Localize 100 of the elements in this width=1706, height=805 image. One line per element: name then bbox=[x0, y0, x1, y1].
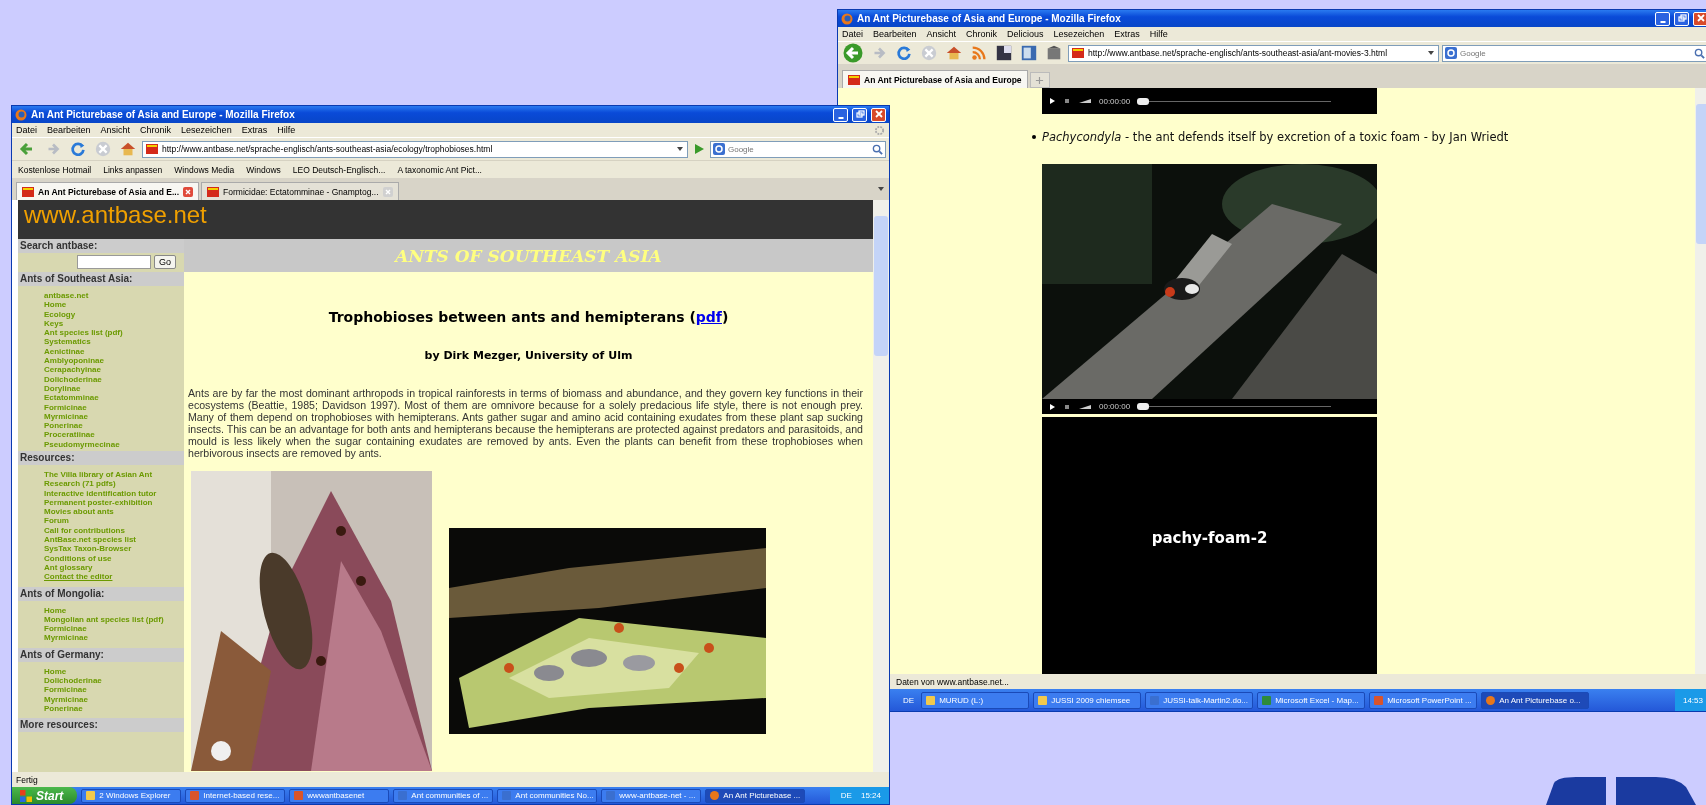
bookmark[interactable]: A taxonomic Ant Pict... bbox=[397, 164, 482, 175]
sidebar-link[interactable]: Conditions of use bbox=[44, 553, 182, 563]
menu-item[interactable]: Ansicht bbox=[100, 125, 131, 135]
menu-item[interactable]: Hilfe bbox=[1149, 29, 1168, 39]
search-field[interactable] bbox=[77, 255, 151, 269]
taskbar-button[interactable]: www-antbase-net - ... bbox=[601, 788, 702, 803]
sidebar-link[interactable]: Home bbox=[44, 605, 182, 615]
restore-button[interactable] bbox=[852, 107, 867, 122]
sidebar-link[interactable]: Systematics bbox=[44, 337, 182, 347]
search-input[interactable]: Google bbox=[1460, 48, 1691, 58]
start-button[interactable]: Start bbox=[12, 787, 78, 804]
menu-item[interactable]: Hilfe bbox=[277, 125, 296, 135]
sidebar-link[interactable]: Amblyoponinae bbox=[44, 356, 182, 366]
taskbar-button[interactable]: MURUD (L:) bbox=[921, 691, 1030, 709]
sidebar-link[interactable]: Interactive identification tutor bbox=[44, 488, 182, 498]
sidebar-link[interactable]: The Villa library of Asian Ant Research (71 pdfs) bbox=[44, 470, 182, 489]
bookmark[interactable]: LEO Deutsch-Englisch... bbox=[292, 164, 386, 175]
menu-item[interactable]: Lesezeichen bbox=[1053, 29, 1105, 39]
address-field[interactable]: http://www.antbase.net/sprache-englisch/ants-southeast-asia/ecology/trophobioses.html bbox=[142, 140, 688, 158]
tab[interactable]: An Ant Picturebase of Asia and E... bbox=[16, 182, 200, 200]
menu-item[interactable]: Datei bbox=[16, 125, 37, 135]
minimize-button[interactable] bbox=[833, 107, 848, 122]
taskbar-button[interactable]: 2 Windows Explorer bbox=[81, 788, 182, 803]
sidebar-link[interactable]: Ant species list (pdf) bbox=[44, 328, 182, 338]
sidebar-link[interactable]: Ectatomminae bbox=[44, 393, 182, 403]
sidebar-link[interactable]: Formicinae bbox=[44, 624, 182, 634]
stop-icon[interactable] bbox=[1063, 97, 1071, 105]
sidebar-link[interactable]: Cerapachyinae bbox=[44, 365, 182, 375]
sidebar-link[interactable]: Contact the editor bbox=[44, 572, 182, 582]
menu-item[interactable]: Datei bbox=[842, 29, 863, 39]
sidebar-link[interactable]: Keys bbox=[44, 318, 182, 329]
tab-list-icon[interactable] bbox=[877, 185, 885, 193]
taskbar-button[interactable]: JUSSI-talk-Martin2.do... bbox=[1145, 691, 1254, 709]
taskbar-button[interactable]: Ant communities of ... bbox=[393, 788, 494, 803]
menu-item[interactable]: Bearbeiten bbox=[873, 29, 917, 39]
volume-icon[interactable] bbox=[1078, 98, 1092, 104]
minimize-button[interactable] bbox=[1655, 11, 1670, 26]
player-controls[interactable]: 00:00:00 bbox=[1042, 399, 1377, 414]
sidebar-link[interactable]: Forum bbox=[44, 516, 182, 526]
menu-item[interactable]: Chronik bbox=[140, 125, 172, 135]
sidebar-link[interactable]: Home bbox=[44, 666, 182, 677]
new-tab-button[interactable] bbox=[1029, 72, 1050, 88]
tab-close-icon[interactable] bbox=[183, 186, 194, 197]
sidebar-link[interactable]: Movies about ants bbox=[44, 507, 182, 517]
taskbar-button[interactable]: Microsoft Excel - Map... bbox=[1257, 691, 1366, 709]
back-button[interactable] bbox=[841, 43, 865, 63]
close-button[interactable] bbox=[1693, 11, 1706, 26]
menu-item[interactable]: Extras bbox=[241, 125, 268, 135]
bookmark[interactable]: Kostenlose Hotmail bbox=[18, 164, 92, 175]
sidebar-link[interactable]: Pseudomyrmecinae bbox=[44, 439, 182, 450]
sidebar-link[interactable]: Formicinae bbox=[44, 402, 182, 412]
sidebar-link[interactable]: Aenictinae bbox=[44, 346, 182, 357]
menu-item[interactable]: Delicious bbox=[1007, 29, 1044, 39]
volume-icon[interactable] bbox=[1078, 403, 1092, 410]
taskbar-button[interactable]: An Ant Picturebase o... bbox=[1481, 691, 1590, 709]
menu-item[interactable]: Extras bbox=[1114, 29, 1140, 39]
taskbar-button[interactable]: Microsoft PowerPoint ... bbox=[1369, 691, 1478, 709]
sidebar-link[interactable]: Ant glossary bbox=[44, 562, 182, 573]
restore-button[interactable] bbox=[1674, 11, 1689, 26]
tab[interactable]: Formicidae: Ectatomminae - Gnamptog... bbox=[201, 182, 399, 200]
go-button[interactable]: Go bbox=[154, 255, 176, 269]
sidebar-link[interactable]: Proceratiinae bbox=[44, 430, 182, 440]
menu-item[interactable]: Ansicht bbox=[926, 29, 957, 39]
pdf-link[interactable]: pdf bbox=[695, 309, 722, 325]
taskbar-button[interactable]: An Ant Picturebase ... bbox=[705, 788, 806, 803]
bookmark[interactable]: Windows Media bbox=[174, 164, 235, 175]
play-icon[interactable] bbox=[1048, 402, 1056, 411]
menu-item[interactable]: Chronik bbox=[966, 29, 998, 39]
search-field[interactable]: Google bbox=[1442, 44, 1706, 62]
taskbar-button[interactable]: Ant communities No... bbox=[497, 788, 598, 803]
bookmark[interactable]: Windows bbox=[246, 164, 281, 175]
close-button[interactable] bbox=[871, 107, 886, 122]
taskbar-button[interactable]: Internet-based rese... bbox=[185, 788, 286, 803]
site-name[interactable]: www.antbase.net bbox=[24, 200, 207, 230]
sidebar-link[interactable]: Ponerinae bbox=[44, 703, 182, 714]
sidebar-link[interactable]: antbase.net bbox=[44, 291, 182, 301]
player-controls[interactable]: 00:00:00 bbox=[1042, 88, 1377, 114]
language-indicator[interactable]: DE bbox=[900, 695, 918, 705]
sidebar-link[interactable]: Dolichoderinae bbox=[44, 676, 182, 686]
sidebar-link[interactable]: Ponerinae bbox=[44, 421, 182, 431]
sidebar-link[interactable]: Ecology bbox=[44, 309, 182, 319]
sidebar-link[interactable]: Permanent poster-exhibition bbox=[44, 497, 182, 508]
sidebar-link[interactable]: Call for contributions bbox=[44, 525, 182, 536]
menu-item[interactable]: Lesezeichen bbox=[181, 125, 232, 135]
sidebar-link[interactable]: Myrmicinae bbox=[44, 633, 182, 643]
taskbar-button[interactable]: JUSSI 2009 chiemsee bbox=[1033, 691, 1142, 709]
language-indicator[interactable]: DE bbox=[837, 791, 855, 800]
sidebar-link[interactable]: Mongolian ant species list (pdf) bbox=[44, 614, 182, 625]
menu-item[interactable]: Bearbeiten bbox=[47, 125, 91, 135]
search-field[interactable]: Google bbox=[710, 140, 886, 158]
bookmark[interactable]: Links anpassen bbox=[103, 164, 163, 175]
sidebar-link[interactable]: Formicinae bbox=[44, 685, 182, 695]
address-field[interactable]: http://www.antbase.net/sprache-englisch/ants-southeast-asia/ant-movies-3.html bbox=[1068, 44, 1439, 62]
sidebar-link[interactable]: Myrmicinae bbox=[44, 694, 182, 704]
sidebar-link[interactable]: Dolichoderinae bbox=[44, 374, 182, 384]
tab[interactable]: An Ant Picturebase of Asia and Europe bbox=[842, 70, 1028, 88]
taskbar-button[interactable]: wwwantbasenet bbox=[289, 788, 390, 803]
sidebar-link[interactable]: Dorylinae bbox=[44, 383, 182, 394]
search-input[interactable]: Google bbox=[728, 144, 869, 154]
sidebar-link[interactable]: Home bbox=[44, 300, 182, 310]
